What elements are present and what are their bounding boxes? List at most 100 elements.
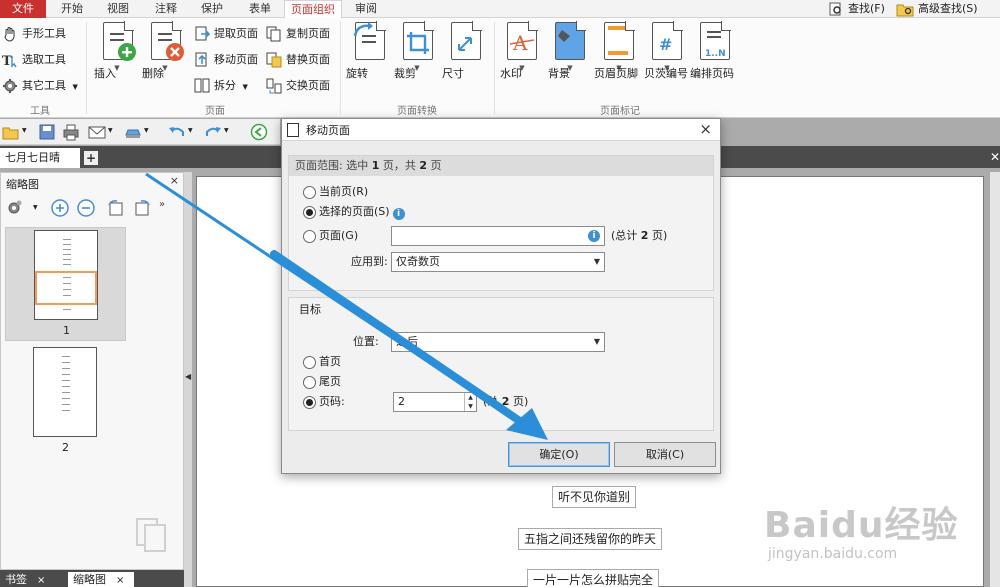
panel-tab-bar: 书签 × 缩略图 × <box>0 570 184 587</box>
radio-last-page[interactable]: 尾页 <box>303 374 341 390</box>
split-button[interactable]: 拆分 ▼ <box>192 76 248 96</box>
group-label-transform: 页面转换 <box>397 106 437 117</box>
find-label: 查找(F) <box>848 2 885 15</box>
rotate-left-icon[interactable] <box>107 199 125 217</box>
resize-icon <box>447 21 483 62</box>
chevron-down-icon[interactable]: ▼ <box>33 204 38 211</box>
baidu-watermark: Baidu经验 jingyan.baidu.com <box>760 496 990 576</box>
hand-tool-button[interactable]: 手形工具 <box>0 24 66 44</box>
rotate-button[interactable]: 旋转 <box>346 21 392 80</box>
panel-close-button[interactable]: × <box>170 174 179 187</box>
tab-page-organize[interactable]: 页面组织 <box>284 0 342 19</box>
extract-page-button[interactable]: 提取页面 <box>192 24 258 44</box>
undo-icon[interactable] <box>168 123 186 141</box>
svg-text:#: # <box>659 35 672 54</box>
tab-file[interactable]: 文件 <box>0 0 46 18</box>
back-icon[interactable] <box>250 123 268 141</box>
ribbon: 手形工具 T 选取工具 其它工具 ▼ 工具 插入 ▼ 删除 ▼ 提取页面 移动页… <box>0 18 1000 118</box>
dialog-close-button[interactable]: × <box>699 120 712 138</box>
total-prefix: (总计 <box>611 229 638 242</box>
zoom-out-icon[interactable] <box>77 199 95 217</box>
radio-pages[interactable]: 页面(G) <box>303 228 358 244</box>
info-icon[interactable]: i <box>392 208 405 220</box>
bates-number-button[interactable]: # 贝茨编号 ▼ <box>644 21 690 80</box>
other-tools-label: 其它工具 <box>22 79 66 92</box>
select-tool-button[interactable]: T 选取工具 <box>0 50 66 70</box>
tab-bookmarks[interactable]: 书签 × <box>0 572 66 587</box>
close-icon[interactable]: × <box>116 575 124 586</box>
double-chevron-down-icon[interactable]: » <box>159 199 165 210</box>
crop-button[interactable]: 裁剪 ▼ <box>394 21 440 80</box>
radio-page-number[interactable]: 页码: <box>303 394 345 410</box>
insert-button[interactable]: 插入 ▼ <box>94 21 140 80</box>
tab-home[interactable]: 开始 <box>52 0 92 18</box>
tab-thumbnails[interactable]: 缩略图 × <box>68 572 134 587</box>
document-tab[interactable]: 七月七日晴 <box>0 148 80 168</box>
advanced-find-button[interactable]: 高级查找(S) <box>896 0 978 18</box>
tab-comment[interactable]: 注释 <box>146 0 186 18</box>
page-range-group: 页面范围: 选中 1 页，共 2 页 当前页(R) 选择的页面(S) i 页面(G… <box>288 155 714 291</box>
new-tab-button[interactable]: + <box>84 151 98 165</box>
split-label: 拆分 <box>214 79 236 92</box>
chevron-down-icon[interactable]: ▼ <box>144 127 149 134</box>
chevron-down-icon[interactable]: ▼ <box>22 127 27 134</box>
radio-first-page[interactable]: 首页 <box>303 354 341 370</box>
target-header: 目标 <box>299 303 321 316</box>
scanner-icon[interactable] <box>124 123 142 141</box>
tab-protect[interactable]: 保护 <box>192 0 232 18</box>
tab-view[interactable]: 视图 <box>98 0 138 18</box>
page-number-spinner[interactable]: 2 ▲ ▼ <box>393 392 477 412</box>
copy-page-button[interactable]: 复制页面 <box>264 24 330 44</box>
email-icon[interactable] <box>88 123 106 141</box>
apply-to-select[interactable]: 仅奇数页 ▼ <box>391 252 605 272</box>
visible-area-highlight[interactable] <box>35 271 97 305</box>
other-tools-button[interactable]: 其它工具 ▼ <box>0 76 78 96</box>
apply-to-label: 应用到: <box>351 255 388 268</box>
ok-button[interactable]: 确定(O) <box>508 442 610 467</box>
header-footer-button[interactable]: 页眉页脚 ▼ <box>594 21 644 80</box>
panel-splitter[interactable]: ◀ <box>184 172 192 587</box>
chevron-down-icon[interactable]: ▼ <box>224 127 229 134</box>
total-suffix: 页) <box>651 229 668 242</box>
separator <box>86 22 87 114</box>
close-icon[interactable]: × <box>37 575 45 586</box>
delete-button[interactable]: 删除 ▼ <box>142 21 188 80</box>
vertical-scrollbar[interactable] <box>990 172 1000 587</box>
replace-page-button[interactable]: 替换页面 <box>264 50 330 70</box>
thumbnail-page-1[interactable]: 1 <box>5 227 126 341</box>
settings-icon[interactable] <box>5 199 23 217</box>
cancel-button[interactable]: 取消(C) <box>614 442 716 467</box>
pages-input[interactable]: i <box>391 226 605 246</box>
rotate-right-icon[interactable] <box>133 199 151 217</box>
redo-icon[interactable] <box>204 123 222 141</box>
rotate-icon <box>351 21 387 62</box>
spinner-arrows-icon[interactable]: ▲ ▼ <box>464 393 476 411</box>
radio-selected-pages[interactable]: 选择的页面(S) i <box>303 204 405 220</box>
chevron-down-icon[interactable]: ▼ <box>108 127 113 134</box>
move-page-button[interactable]: 移动页面 <box>192 50 258 70</box>
tab-form[interactable]: 表单 <box>240 0 280 18</box>
hand-icon <box>4 27 15 42</box>
replace-page-label: 替换页面 <box>286 53 330 66</box>
size-button[interactable]: 尺寸 <box>442 21 488 80</box>
thumbnail-number: 1 <box>63 324 70 337</box>
page-number-button[interactable]: 1..N 编排页码 <box>690 21 740 80</box>
save-icon[interactable] <box>38 123 56 141</box>
open-folder-icon[interactable] <box>2 123 20 141</box>
position-select[interactable]: 之后 ▼ <box>391 332 605 352</box>
background-button[interactable]: 背景 ▼ <box>548 21 592 80</box>
print-icon[interactable] <box>62 123 80 141</box>
watermark-button[interactable]: A 水印 ▼ <box>500 21 544 80</box>
thumbnail-toolbar: ▼ » <box>1 195 183 221</box>
find-button[interactable]: 查找(F) <box>828 0 885 18</box>
thumbnail-page-2[interactable]: 2 <box>5 345 126 459</box>
chevron-down-icon[interactable]: ▼ <box>188 127 193 134</box>
close-icon[interactable]: ✕ <box>990 150 1000 164</box>
select-tool-label: 选取工具 <box>22 53 66 66</box>
info-icon[interactable]: i <box>588 230 600 242</box>
svg-text:T: T <box>2 54 12 68</box>
zoom-in-icon[interactable] <box>51 199 69 217</box>
radio-current-page[interactable]: 当前页(R) <box>303 184 368 200</box>
swap-page-button[interactable]: 交换页面 <box>264 76 330 96</box>
tab-review[interactable]: 审阅 <box>348 0 384 18</box>
